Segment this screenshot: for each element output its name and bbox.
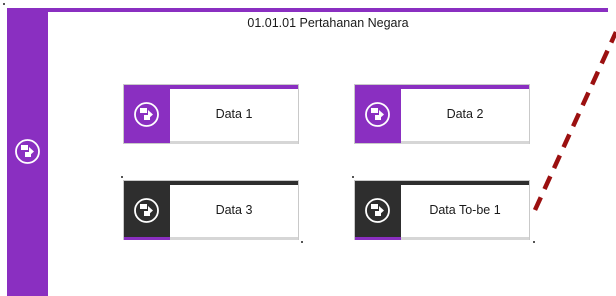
connector-layer xyxy=(532,31,616,211)
dashed-connector xyxy=(532,31,616,211)
